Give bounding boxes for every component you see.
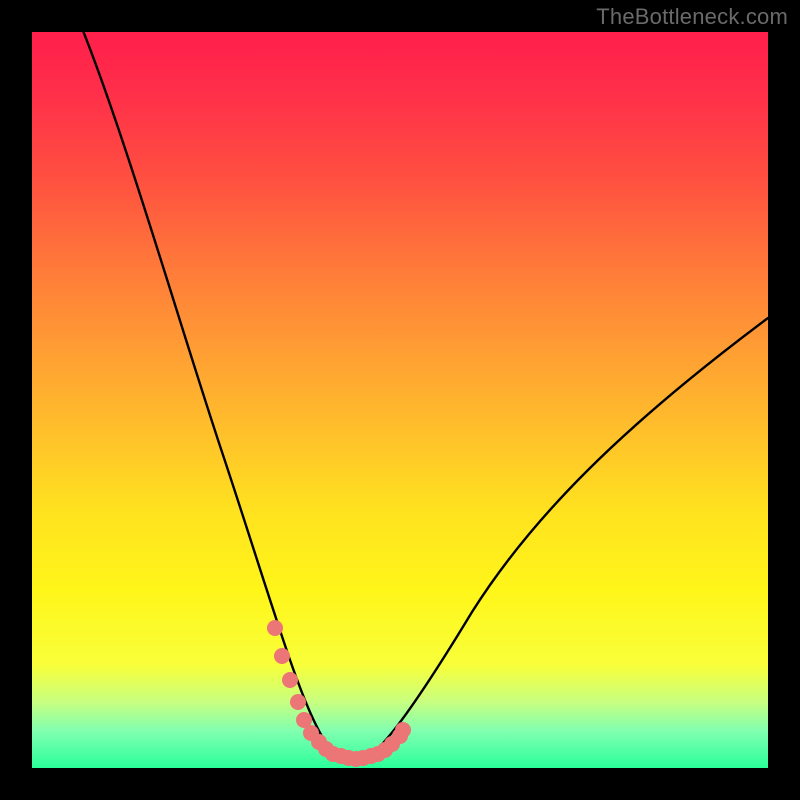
plot-area: [32, 32, 768, 768]
chart-frame: TheBottleneck.com: [0, 0, 800, 800]
marker-group: [267, 620, 411, 767]
chart-svg: [32, 32, 768, 768]
marker-dot: [274, 648, 290, 664]
marker-dot: [395, 722, 411, 738]
marker-dot: [282, 672, 298, 688]
watermark-text: TheBottleneck.com: [596, 4, 788, 30]
marker-dot: [267, 620, 283, 636]
marker-dot: [290, 694, 306, 710]
curve-left-branch: [84, 32, 349, 759]
curve-right-branch: [363, 318, 768, 759]
curve-group: [84, 32, 768, 759]
